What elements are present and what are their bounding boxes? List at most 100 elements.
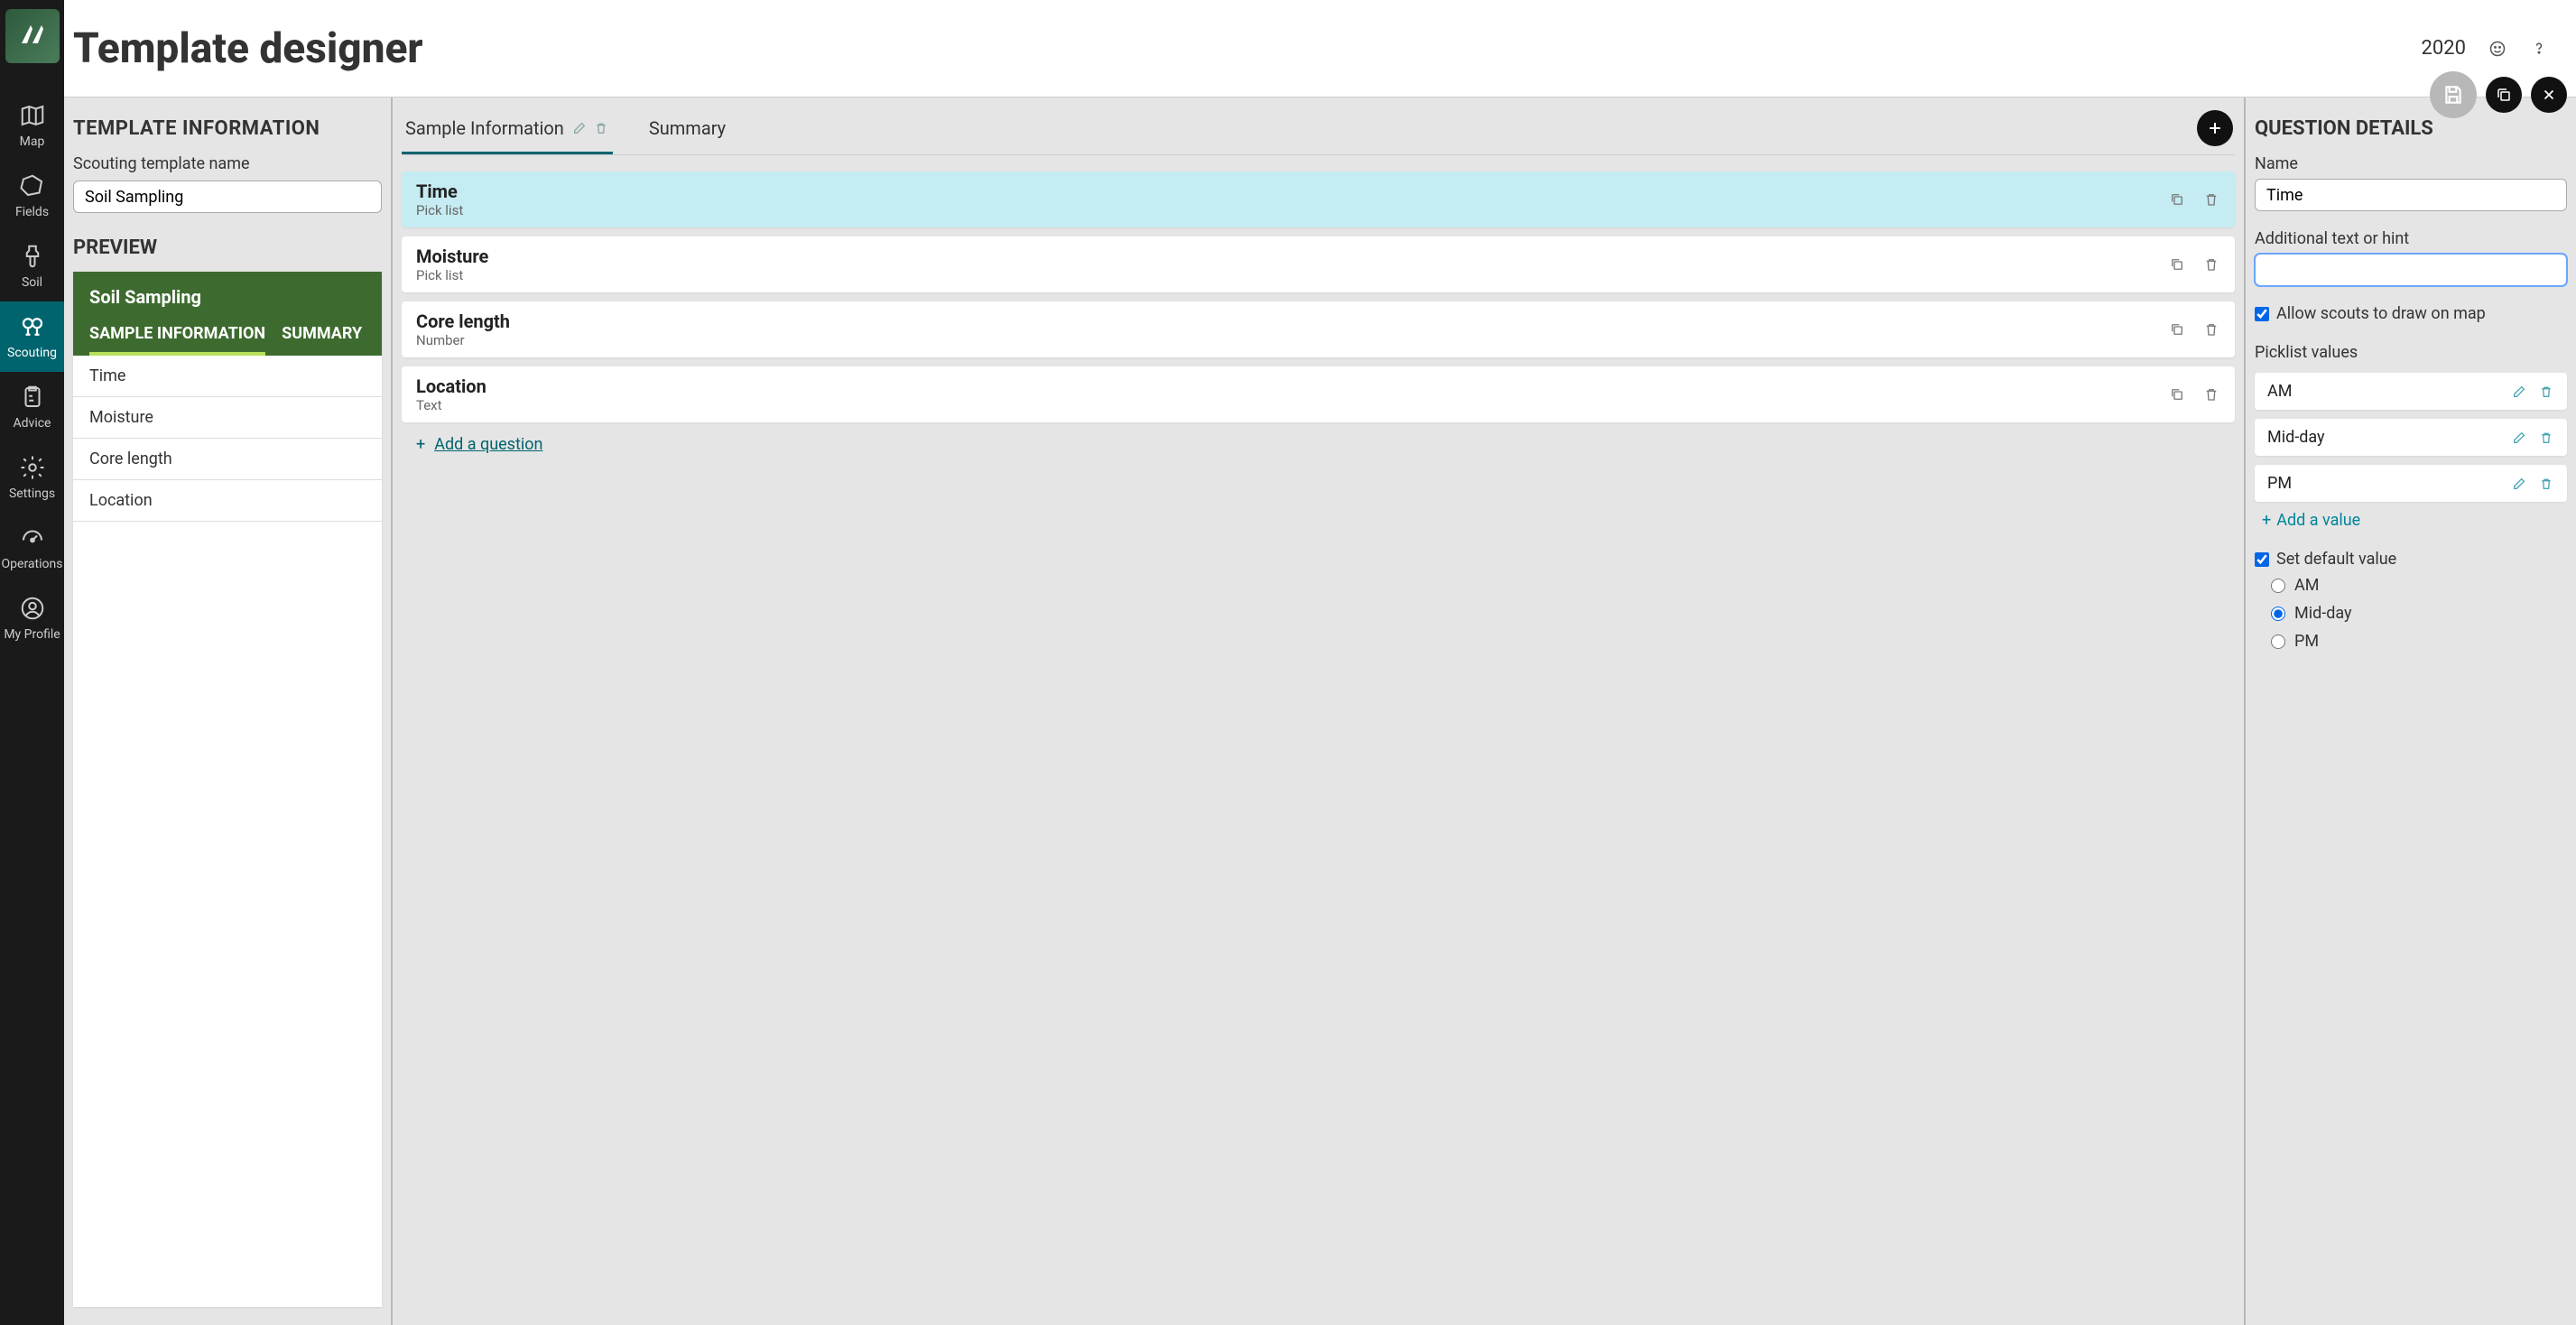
sidebar-label: Scouting [7,346,57,360]
sidebar-item-operations[interactable]: Operations [0,513,64,583]
sidebar-item-advice[interactable]: Advice [0,372,64,442]
default-option-midday[interactable]: Mid-day [2271,604,2567,623]
question-card-time[interactable]: Time Pick list [402,171,2235,227]
question-title: Moisture [416,246,2168,267]
feedback-icon[interactable] [2488,39,2507,59]
question-title: Core length [416,310,2168,332]
delete-section-icon[interactable] [593,120,609,136]
question-name-label: Name [2255,151,2567,179]
fields-icon [19,172,46,199]
edit-value-icon[interactable] [2511,384,2527,400]
template-info-pane: TEMPLATE INFORMATION Scouting template n… [64,97,393,1325]
delete-value-icon[interactable] [2538,476,2554,492]
question-card-location[interactable]: Location Text [402,366,2235,422]
scouting-icon [19,313,46,340]
picklist-item: AM [2255,373,2567,410]
default-option-pm[interactable]: PM [2271,632,2567,651]
sidebar-label: Fields [15,205,49,219]
preview-row: Moisture [73,397,382,439]
copy-question-icon[interactable] [2168,385,2186,403]
delete-value-icon[interactable] [2538,430,2554,446]
add-value-link[interactable]: +Add a value [2262,511,2360,530]
preview-card: Soil Sampling SAMPLE INFORMATION SUMMARY… [73,272,382,1307]
sidebar-item-myprofile[interactable]: My Profile [0,583,64,653]
sidebar-label: Operations [2,557,63,571]
sidebar-label: Settings [9,486,55,501]
picklist-value-label: AM [2267,382,2511,401]
preview-row: Location [73,480,382,522]
close-button[interactable] [2531,77,2567,113]
soil-icon [19,243,46,270]
default-option-am[interactable]: AM [2271,576,2567,595]
add-question-link[interactable]: +Add a question [402,435,2235,454]
delete-question-icon[interactable] [2202,255,2220,273]
sections-pane: Sample Information Summary [393,97,2246,1325]
question-title: Location [416,375,2168,397]
allow-draw-row[interactable]: Allow scouts to draw on map [2255,304,2567,323]
default-radio[interactable] [2271,579,2285,593]
default-option-label: AM [2294,576,2319,595]
year-selector[interactable]: 2020 [2422,37,2466,60]
edit-section-icon[interactable] [571,120,588,136]
preview-tab-sample-information[interactable]: SAMPLE INFORMATION [89,324,265,356]
map-icon [19,102,46,129]
section-tab-label: Summary [649,117,726,139]
default-option-label: PM [2294,632,2319,651]
duplicate-button[interactable] [2486,77,2522,113]
delete-question-icon[interactable] [2202,320,2220,338]
copy-question-icon[interactable] [2168,255,2186,273]
sidebar-item-soil[interactable]: Soil [0,231,64,301]
edit-value-icon[interactable] [2511,476,2527,492]
delete-value-icon[interactable] [2538,384,2554,400]
set-default-label: Set default value [2276,550,2396,569]
copy-question-icon[interactable] [2168,190,2186,208]
page-title: Template designer [73,24,423,73]
sidebar-label: Soil [22,275,42,290]
add-value-label: Add a value [2276,511,2360,530]
question-details-title: QUESTION DETAILS [2255,117,2567,151]
section-tab-sample-information[interactable]: Sample Information [402,114,613,154]
allow-draw-checkbox[interactable] [2255,307,2269,321]
picklist-item: Mid-day [2255,419,2567,456]
picklist-value-label: PM [2267,474,2511,493]
question-type: Pick list [416,267,2168,283]
delete-question-icon[interactable] [2202,385,2220,403]
question-title: Time [416,181,2168,202]
sidebar-item-map[interactable]: Map [0,90,64,161]
preview-row: Time [73,356,382,397]
default-option-label: Mid-day [2294,604,2352,623]
section-tab-label: Sample Information [405,117,564,139]
question-card-core-length[interactable]: Core length Number [402,301,2235,357]
question-details-pane: QUESTION DETAILS Name Additional text or… [2246,97,2576,1325]
profile-icon [19,595,46,622]
template-name-label: Scouting template name [64,154,391,181]
help-icon[interactable] [2529,39,2549,59]
picklist-values-label: Picklist values [2255,339,2567,367]
sidebar-item-fields[interactable]: Fields [0,161,64,231]
preview-tab-summary[interactable]: SUMMARY [282,324,362,356]
template-name-input[interactable] [73,181,382,213]
question-name-input[interactable] [2255,179,2567,211]
set-default-checkbox[interactable] [2255,552,2269,567]
question-type: Pick list [416,202,2168,218]
gear-icon [19,454,46,481]
edit-value-icon[interactable] [2511,430,2527,446]
set-default-row[interactable]: Set default value [2255,550,2567,569]
delete-question-icon[interactable] [2202,190,2220,208]
copy-question-icon[interactable] [2168,320,2186,338]
question-type: Number [416,332,2168,348]
default-radio[interactable] [2271,607,2285,621]
section-tab-summary[interactable]: Summary [645,114,729,154]
sidebar-item-settings[interactable]: Settings [0,442,64,513]
preview-template-name: Soil Sampling [89,286,366,324]
app-logo[interactable] [5,9,60,63]
sidebar-item-scouting[interactable]: Scouting [0,301,64,372]
add-section-button[interactable] [2197,110,2233,146]
logo-icon [14,18,51,54]
question-card-moisture[interactable]: Moisture Pick list [402,236,2235,292]
save-button[interactable] [2430,71,2477,118]
question-hint-label: Additional text or hint [2255,226,2567,254]
template-info-title: TEMPLATE INFORMATION [64,117,391,154]
question-hint-input[interactable] [2255,254,2567,286]
default-radio[interactable] [2271,635,2285,649]
